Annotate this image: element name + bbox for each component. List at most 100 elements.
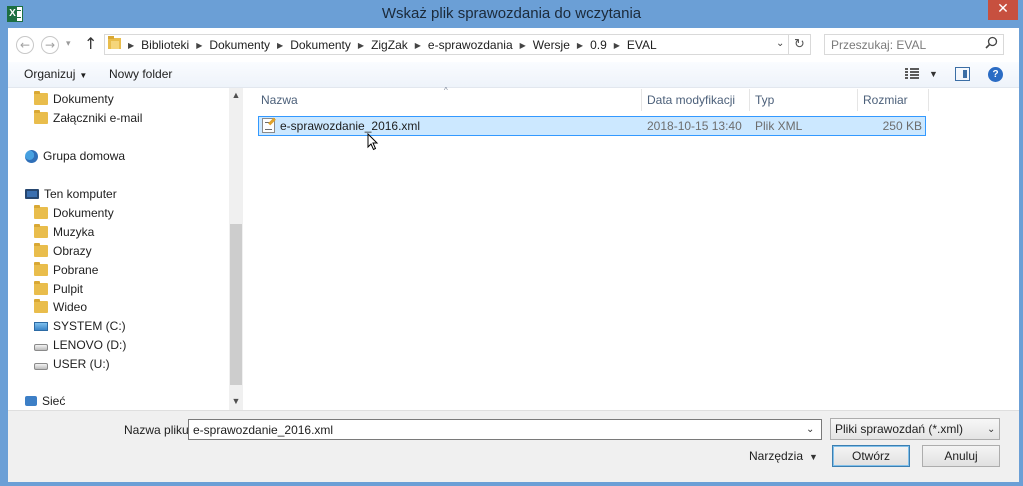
nav-item-label: Ten komputer <box>44 187 117 201</box>
downloads-folder-icon <box>34 262 48 276</box>
back-button[interactable]: ← <box>16 36 34 54</box>
file-name[interactable]: e-sprawozdanie_2016.xml <box>280 119 420 133</box>
breadcrumb-separator-icon[interactable]: ▶ <box>610 41 624 50</box>
address-dropdown-icon[interactable]: ⌄ <box>776 38 784 49</box>
open-button[interactable]: Otwórz <box>832 445 910 467</box>
breadcrumb-item[interactable]: Dokumenty <box>206 38 273 52</box>
breadcrumb-item[interactable]: Dokumenty <box>287 38 354 52</box>
chevron-down-icon[interactable]: ⌄ <box>987 424 995 435</box>
videos-folder-icon <box>34 299 48 313</box>
mouse-pointer-icon <box>367 132 379 154</box>
scrollbar-thumb[interactable] <box>230 224 242 385</box>
drive-icon <box>34 343 48 351</box>
nav-item-user-u[interactable]: USER (U:) <box>34 355 110 373</box>
breadcrumb-separator-icon[interactable]: ▶ <box>516 41 530 50</box>
nav-item-label: Dokumenty <box>53 206 114 220</box>
column-divider[interactable] <box>857 89 858 111</box>
nav-item-dokumenty-pc[interactable]: Dokumenty <box>34 204 114 222</box>
nav-item-label: Pobrane <box>53 263 99 277</box>
breadcrumb-item[interactable]: e-sprawozdania <box>425 38 516 52</box>
nav-item-label: Dokumenty <box>53 92 114 106</box>
navigation-pane: Dokumenty Załączniki e-mail Grupa domowa… <box>8 88 243 410</box>
search-input[interactable] <box>824 34 1004 55</box>
nav-item-label: USER (U:) <box>53 357 110 371</box>
column-header-size[interactable]: Rozmiar <box>863 93 908 107</box>
cancel-button[interactable]: Anuluj <box>922 445 1000 467</box>
filename-input[interactable] <box>188 419 822 440</box>
breadcrumb-item[interactable]: Wersje <box>530 38 573 52</box>
nav-item-dokumenty[interactable]: Dokumenty <box>34 90 114 108</box>
preview-pane-button[interactable] <box>955 67 970 81</box>
pictures-folder-icon <box>34 243 48 257</box>
filename-label: Nazwa pliku: <box>124 423 193 437</box>
music-folder-icon <box>34 224 48 238</box>
homegroup-icon <box>25 149 38 163</box>
folder-icon <box>108 36 121 53</box>
scroll-down-icon[interactable]: ▼ <box>229 396 243 406</box>
close-button[interactable]: ✕ <box>988 0 1018 20</box>
column-header-date[interactable]: Data modyfikacji <box>647 93 735 107</box>
file-type: Plik XML <box>755 119 803 133</box>
breadcrumb-item[interactable]: EVAL <box>624 38 660 52</box>
chevron-down-icon: ▼ <box>79 71 88 80</box>
nav-item-wideo[interactable]: Wideo <box>34 298 87 316</box>
nav-item-lenovo-d[interactable]: LENOVO (D:) <box>34 336 126 354</box>
breadcrumb-separator-icon[interactable]: ▶ <box>354 41 368 50</box>
new-folder-button[interactable]: Nowy folder <box>109 67 172 81</box>
search-icon <box>985 36 998 54</box>
breadcrumb-separator-icon[interactable]: ▶ <box>192 41 206 50</box>
organize-button[interactable]: Organizuj ▼ <box>24 67 87 81</box>
column-divider[interactable] <box>749 89 750 111</box>
column-divider[interactable] <box>641 89 642 111</box>
breadcrumb-separator-icon[interactable]: ▶ <box>124 41 138 50</box>
breadcrumb-item[interactable]: 0.9 <box>587 38 610 52</box>
sort-ascending-icon: ^ <box>444 86 448 95</box>
xml-file-icon <box>262 118 275 133</box>
folder-icon <box>34 91 48 105</box>
nav-item-label: Obrazy <box>53 244 92 258</box>
nav-item-pobrane[interactable]: Pobrane <box>34 261 98 279</box>
nav-item-zalaczniki[interactable]: Załączniki e-mail <box>34 109 142 127</box>
column-divider[interactable] <box>928 89 929 111</box>
chevron-down-icon[interactable]: ⌄ <box>806 424 814 435</box>
up-one-level-button[interactable]: ↑ <box>84 34 97 54</box>
file-date: 2018-10-15 13:40 <box>647 119 742 133</box>
nav-item-label: SYSTEM (C:) <box>53 319 126 333</box>
view-options-dropdown[interactable]: ▼ <box>929 69 938 79</box>
scroll-up-icon[interactable]: ▲ <box>229 90 243 100</box>
nav-item-label: Załączniki e-mail <box>53 111 143 125</box>
organize-label: Organizuj <box>24 67 76 81</box>
nav-item-muzyka[interactable]: Muzyka <box>34 223 94 241</box>
nav-item-ten-komputer[interactable]: Ten komputer <box>25 185 117 203</box>
breadcrumb-item[interactable]: ZigZak <box>368 38 411 52</box>
nav-item-pulpit[interactable]: Pulpit <box>34 280 83 298</box>
chevron-down-icon[interactable]: ▼ <box>809 452 818 462</box>
help-button[interactable]: ? <box>988 67 1003 82</box>
drive-icon <box>34 362 48 370</box>
file-type-select[interactable]: Pliki sprawozdań (*.xml) <box>830 418 1000 440</box>
breadcrumb-item[interactable]: Biblioteki <box>138 38 192 52</box>
nav-item-label: Muzyka <box>53 225 95 239</box>
file-size: 250 KB <box>882 119 922 133</box>
forward-button[interactable]: → <box>41 36 59 54</box>
column-header-name[interactable]: Nazwa <box>261 93 298 107</box>
recent-locations-dropdown[interactable]: ▾ <box>66 38 71 49</box>
documents-folder-icon <box>34 205 48 219</box>
breadcrumb-separator-icon[interactable]: ▶ <box>411 41 425 50</box>
nav-item-siec[interactable]: Sieć <box>25 392 65 410</box>
nav-item-system-c[interactable]: SYSTEM (C:) <box>34 317 126 335</box>
details-view-icon[interactable] <box>905 68 919 80</box>
file-list-pane <box>244 88 1019 410</box>
nav-item-grupa-domowa[interactable]: Grupa domowa <box>25 147 125 165</box>
breadcrumb-separator-icon[interactable]: ▶ <box>573 41 587 50</box>
refresh-button[interactable]: ↻ <box>789 34 811 55</box>
column-header-type[interactable]: Typ <box>755 93 774 107</box>
nav-item-label: Grupa domowa <box>43 149 126 163</box>
tools-button[interactable]: Narzędzia <box>749 449 803 463</box>
nav-item-label: Sieć <box>42 394 66 408</box>
nav-item-label: Wideo <box>53 300 88 314</box>
nav-item-obrazy[interactable]: Obrazy <box>34 242 92 260</box>
breadcrumb-separator-icon[interactable]: ▶ <box>273 41 287 50</box>
computer-icon <box>25 189 39 199</box>
desktop-folder-icon <box>34 281 48 295</box>
